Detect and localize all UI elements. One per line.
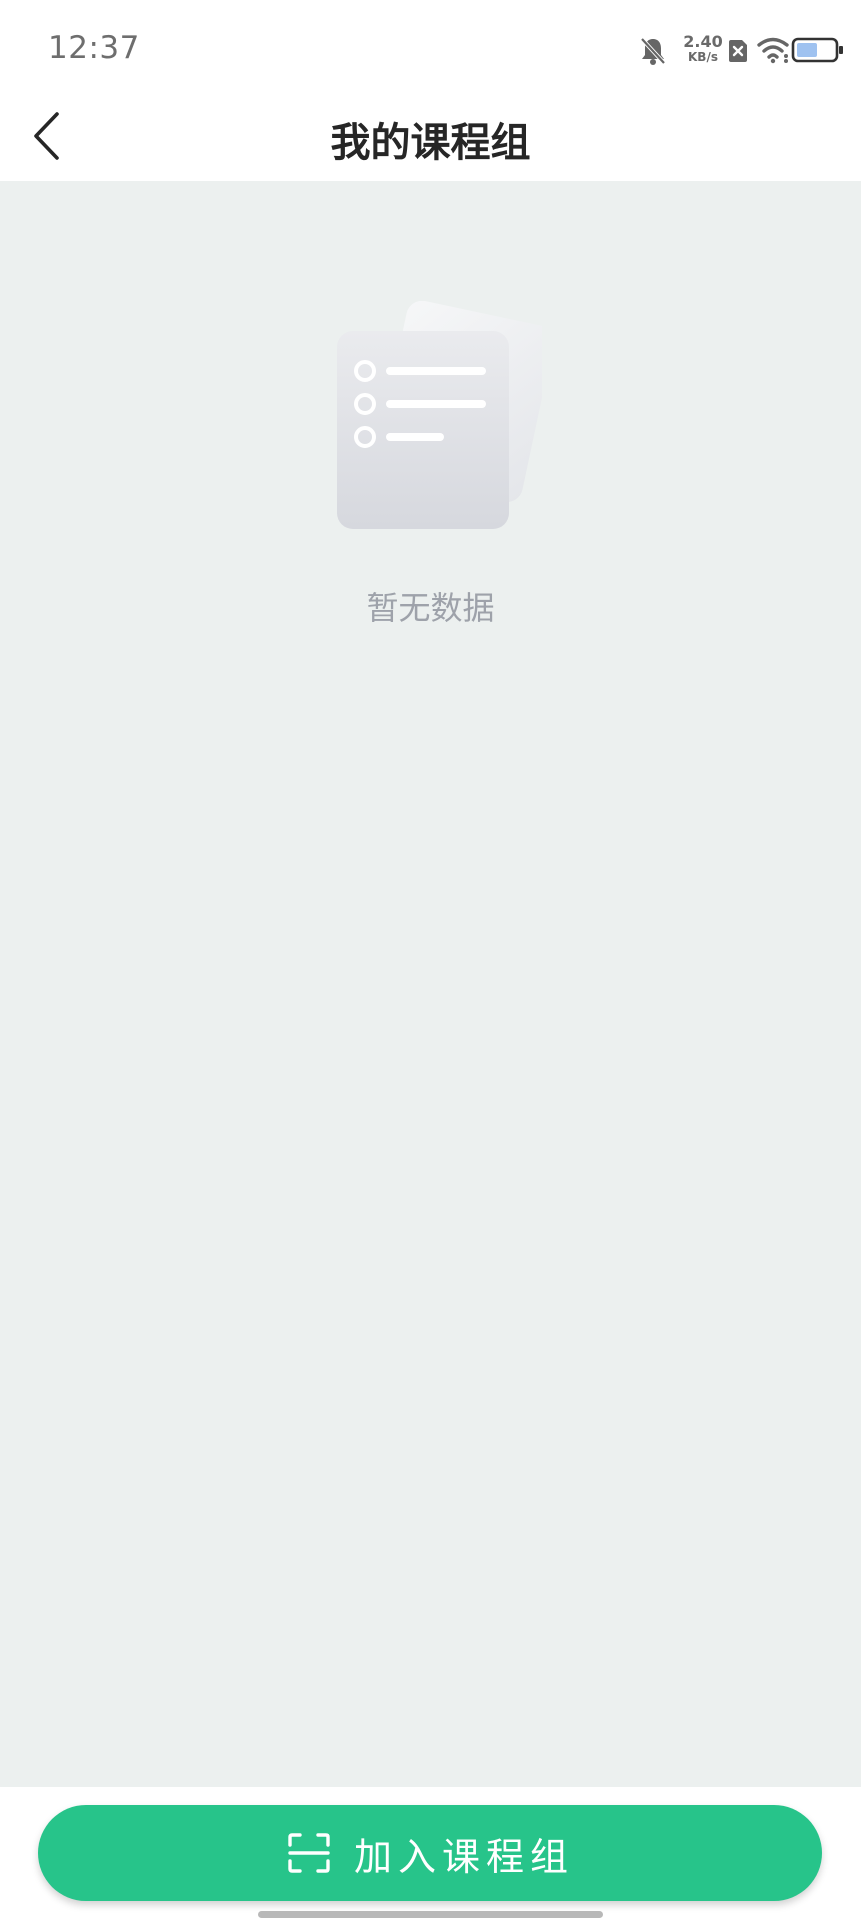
bell-muted-icon — [640, 37, 666, 65]
join-course-group-button[interactable]: 加入课程组 — [38, 1805, 822, 1901]
scan-icon — [288, 1833, 330, 1873]
network-speed: 2.40 KB/s — [675, 32, 731, 64]
empty-message: 暂无数据 — [366, 589, 495, 627]
main-content: 暂无数据 — [0, 181, 861, 1787]
header: 我的课程组 — [0, 92, 861, 181]
network-speed-value: 2.40 — [683, 32, 723, 51]
network-speed-unit: KB/s — [688, 50, 718, 64]
document-list-icon — [337, 301, 542, 529]
status-time: 12:37 — [48, 30, 140, 66]
battery-icon — [791, 37, 843, 63]
bottom-bar: 加入课程组 — [0, 1787, 861, 1920]
status-icons: 2.40 KB/s — [639, 30, 843, 70]
home-indicator[interactable] — [258, 1911, 603, 1918]
screen: 12:37 2.40 KB/s 我的课程组 暂无数据 加入课程组 — [0, 0, 861, 1920]
join-course-group-label: 加入课程组 — [353, 1834, 574, 1879]
sim-off-icon — [729, 40, 747, 62]
wifi-icon — [757, 37, 789, 64]
page-title: 我的课程组 — [330, 120, 531, 166]
status-bar: 12:37 2.40 KB/s — [0, 0, 861, 92]
